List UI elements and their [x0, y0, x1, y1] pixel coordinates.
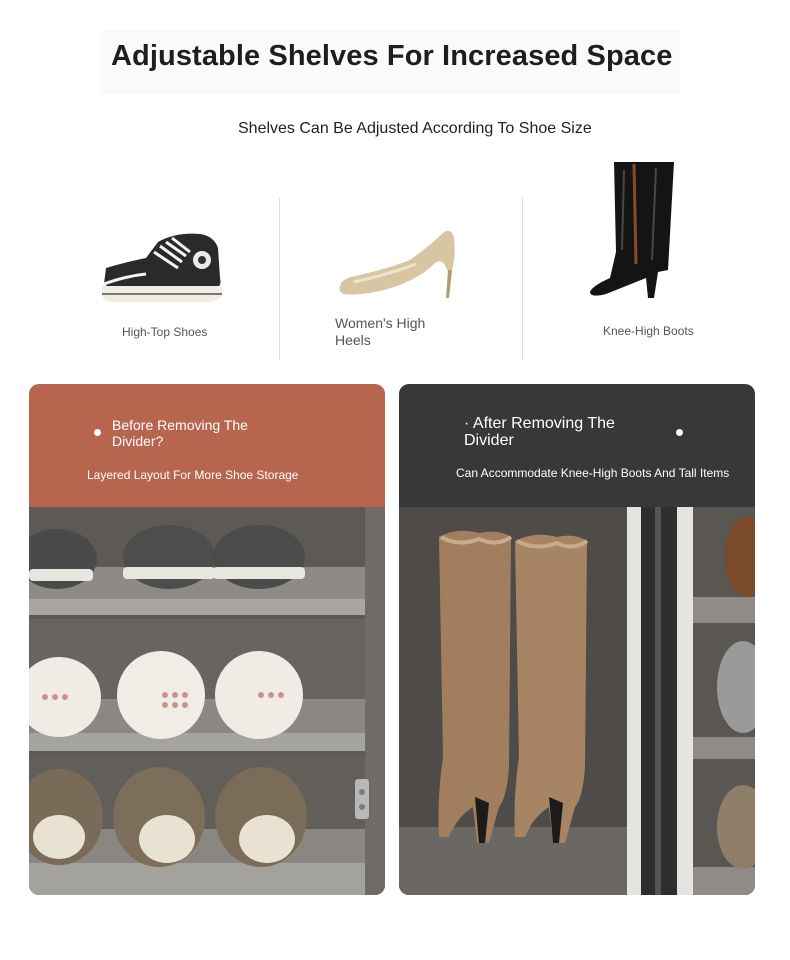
after-removal-panel: · After Removing The Divider Can Accommo… — [399, 384, 755, 895]
high-heel-icon — [339, 230, 455, 298]
shoe-type-label: Women's High Heels — [335, 315, 426, 348]
cabinet-shelves-photo — [29, 507, 385, 895]
shoe-type-label: Knee-High Boots — [603, 324, 694, 338]
panel-description: Can Accommodate Knee-High Boots And Tall… — [456, 466, 730, 480]
panel-header: Before Removing The Divider? Layered Lay… — [29, 384, 385, 507]
high-top-sneaker-icon — [102, 233, 222, 302]
cabinet-boots-photo — [399, 507, 755, 895]
page-subtitle: Shelves Can Be Adjusted According To Sho… — [238, 120, 592, 137]
column-divider — [522, 198, 523, 360]
shoe-type-label: High-Top Shoes — [122, 325, 208, 339]
page-title: Adjustable Shelves For Increased Space — [111, 40, 673, 72]
column-divider — [279, 198, 280, 360]
panel-title: · After Removing The Divider — [464, 415, 615, 449]
panel-description: Layered Layout For More Shoe Storage — [87, 468, 299, 482]
knee-high-boot-icon — [590, 162, 674, 298]
before-removal-panel: Before Removing The Divider? Layered Lay… — [29, 384, 385, 895]
panel-title: Before Removing The Divider? — [112, 417, 248, 449]
bullet-dot — [676, 429, 683, 436]
panel-header: · After Removing The Divider Can Accommo… — [399, 384, 755, 507]
bullet-dot — [94, 429, 101, 436]
